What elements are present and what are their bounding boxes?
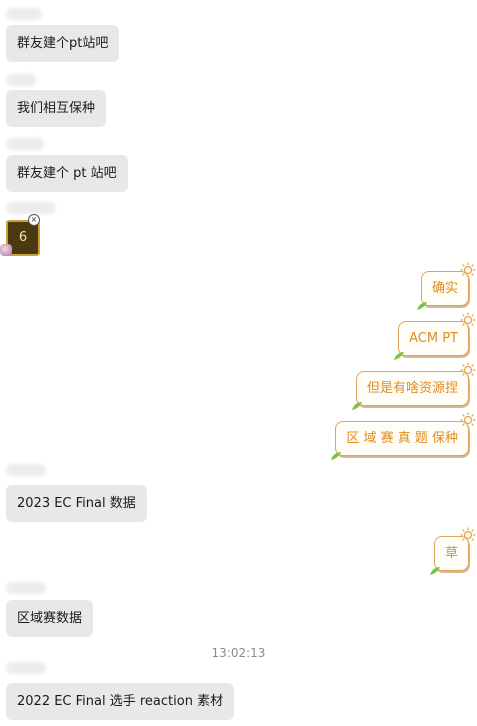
- sticker-message[interactable]: 6 ×: [0, 214, 40, 256]
- message-bubble-outgoing[interactable]: 但是有啥资源捏: [351, 362, 476, 410]
- leaf-icon: [351, 402, 362, 410]
- message-text: ACM PT: [409, 331, 458, 346]
- sun-icon: [460, 412, 476, 428]
- message-bubble-outgoing[interactable]: 区 域 赛 真 题 保种: [331, 412, 476, 460]
- leaf-icon: [416, 302, 427, 310]
- leaf-icon: [331, 452, 342, 460]
- message-bubble-incoming[interactable]: 我们相互保种: [6, 90, 107, 127]
- sender-name: [6, 464, 46, 476]
- message-text: 草: [444, 546, 458, 561]
- sender-name: [6, 582, 46, 594]
- sun-icon: [460, 262, 476, 278]
- sender-name: [6, 74, 36, 86]
- sun-icon: [460, 312, 476, 328]
- chat-history[interactable]: 群友建个pt站吧 我们相互保种 群友建个 pt 站吧 6 × 确实 ACM PT…: [0, 0, 477, 726]
- message-bubble-incoming[interactable]: 区域赛数据: [6, 600, 94, 637]
- message-bubble-outgoing[interactable]: 确实: [416, 262, 476, 310]
- character-icon: [0, 244, 12, 256]
- message-bubble-incoming[interactable]: 2023 EC Final 数据: [6, 485, 147, 522]
- message-text: 区 域 赛 真 题 保种: [346, 431, 458, 446]
- leaf-icon: [429, 567, 440, 575]
- sun-icon: [460, 527, 476, 543]
- message-bubble-outgoing[interactable]: 草: [429, 527, 476, 575]
- message-timestamp: 13:02:13: [211, 646, 266, 660]
- message-bubble-incoming[interactable]: 2022 EC Final 选手 reaction 素材: [6, 683, 235, 720]
- close-icon: ×: [28, 214, 40, 226]
- sender-name: [6, 662, 46, 674]
- sender-name: [6, 138, 44, 150]
- leaf-icon: [394, 352, 405, 360]
- message-bubble-incoming[interactable]: 群友建个 pt 站吧: [6, 155, 128, 192]
- message-bubble-incoming[interactable]: 群友建个pt站吧: [6, 25, 120, 62]
- message-text: 确实: [431, 281, 458, 296]
- sun-icon: [460, 362, 476, 378]
- message-text: 但是有啥资源捏: [366, 381, 458, 396]
- sender-name: [6, 8, 42, 20]
- message-bubble-outgoing[interactable]: ACM PT: [394, 312, 476, 360]
- sender-name: [6, 202, 56, 214]
